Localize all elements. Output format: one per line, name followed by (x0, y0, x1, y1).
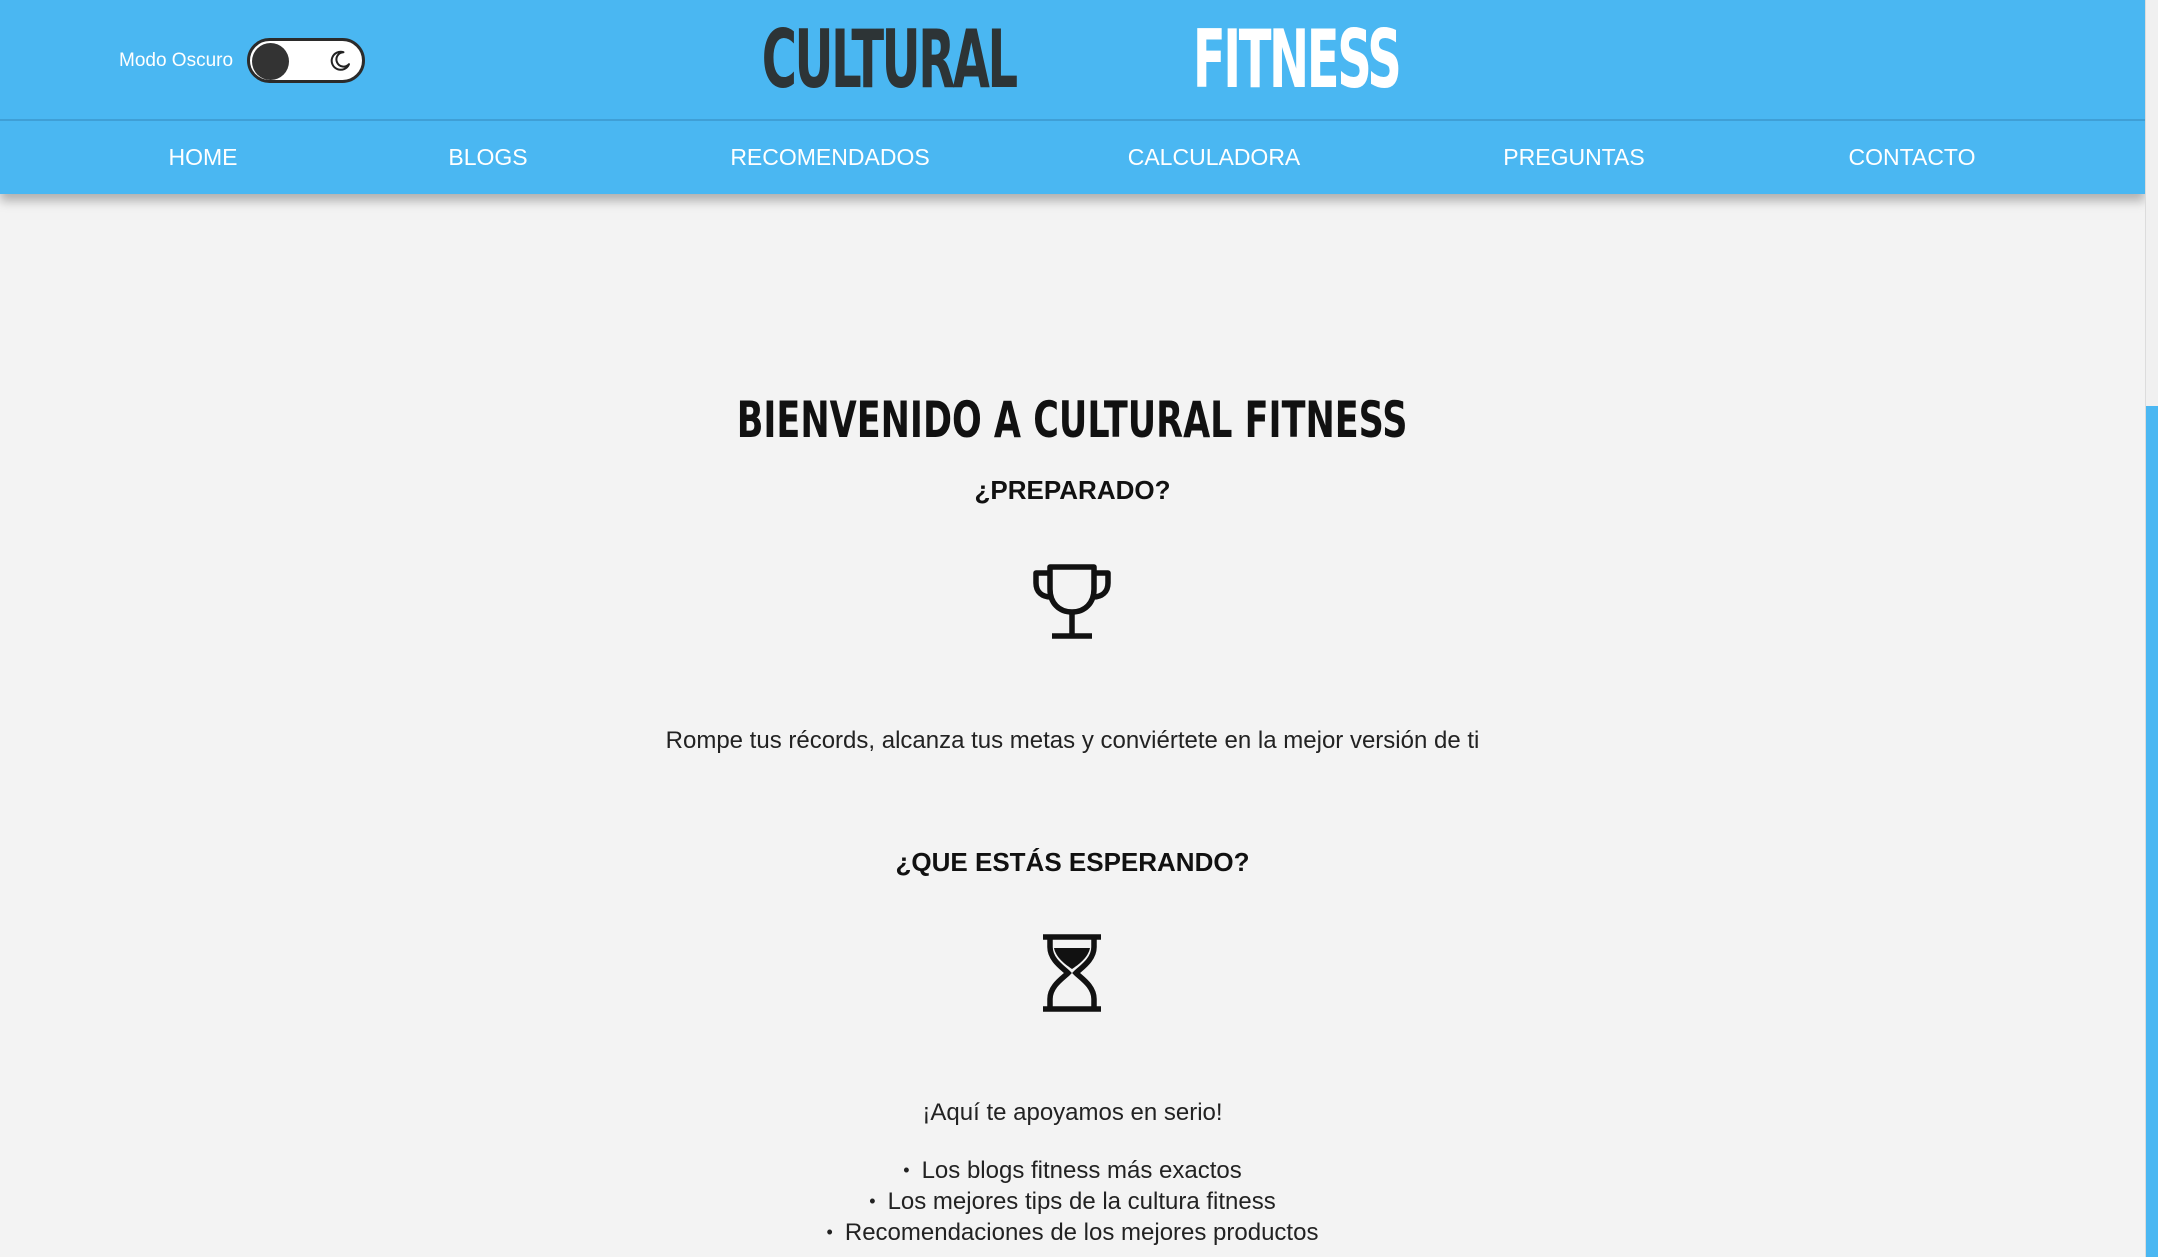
feature-text: Los blogs fitness más exactos (921, 1157, 1242, 1184)
nav-blogs[interactable]: BLOGS (448, 121, 527, 194)
nav-home[interactable]: HOME (169, 121, 238, 194)
feature-item: • Recomendaciones de los mejores producto… (0, 1217, 2145, 1248)
welcome-title: BIENVENIDO A CULTURAL FITNESS (0, 389, 2145, 451)
vertical-scrollbar[interactable] (2145, 0, 2158, 1257)
nav-contacto[interactable]: CONTACTO (1849, 121, 1976, 194)
feature-text: Recomendaciones de los mejores productos (844, 1219, 1319, 1246)
site-brand[interactable]: CULTURAL FITNESS (0, 10, 2145, 110)
brand-first-word: CULTURAL (761, 13, 1017, 106)
support-text: ¡Aquí te apoyamos en serio! (922, 1099, 1223, 1126)
waiting-heading: ¿QUE ESTÁS ESPERANDO? (895, 847, 1250, 877)
main-content: BIENVENIDO A CULTURAL FITNESS ¿PREPARADO… (0, 194, 2145, 1257)
header-top-bar: Modo Oscuro CULTURAL FITNESS (0, 0, 2145, 119)
site-header: Modo Oscuro CULTURAL FITNESS HOME BLOGS … (0, 0, 2145, 194)
feature-text: Los mejores tips de la cultura fitness (887, 1188, 1276, 1215)
feature-item: • Los mejores tips de la cultura fitness (0, 1186, 2145, 1217)
scrollbar-thumb[interactable] (2146, 406, 2158, 1257)
intro-text: Rompe tus récords, alcanza tus metas y c… (665, 727, 1480, 754)
bullet-dot: • (903, 1160, 910, 1180)
nav-preguntas[interactable]: PREGUNTAS (1503, 121, 1644, 194)
bullet-dot: • (869, 1191, 876, 1211)
bullet-dot: • (826, 1222, 833, 1242)
nav-calculadora[interactable]: CALCULADORA (1128, 121, 1301, 194)
feature-item: • Los blogs fitness más exactos (0, 1155, 2145, 1186)
prepared-heading: ¿PREPARADO? (974, 475, 1171, 505)
nav-recomendados[interactable]: RECOMENDADOS (730, 121, 929, 194)
feature-list: • Los blogs fitness más exactos • Los mejo… (0, 1155, 2145, 1248)
brand-second-word: FITNESS (1192, 13, 1402, 106)
main-nav: HOME BLOGS RECOMENDADOS CALCULADORA PREG… (0, 121, 2145, 194)
hourglass-icon (1043, 934, 1101, 1012)
trophy-icon (1033, 564, 1111, 639)
welcome-title-text: BIENVENIDO A CULTURAL FITNESS (737, 391, 1408, 449)
